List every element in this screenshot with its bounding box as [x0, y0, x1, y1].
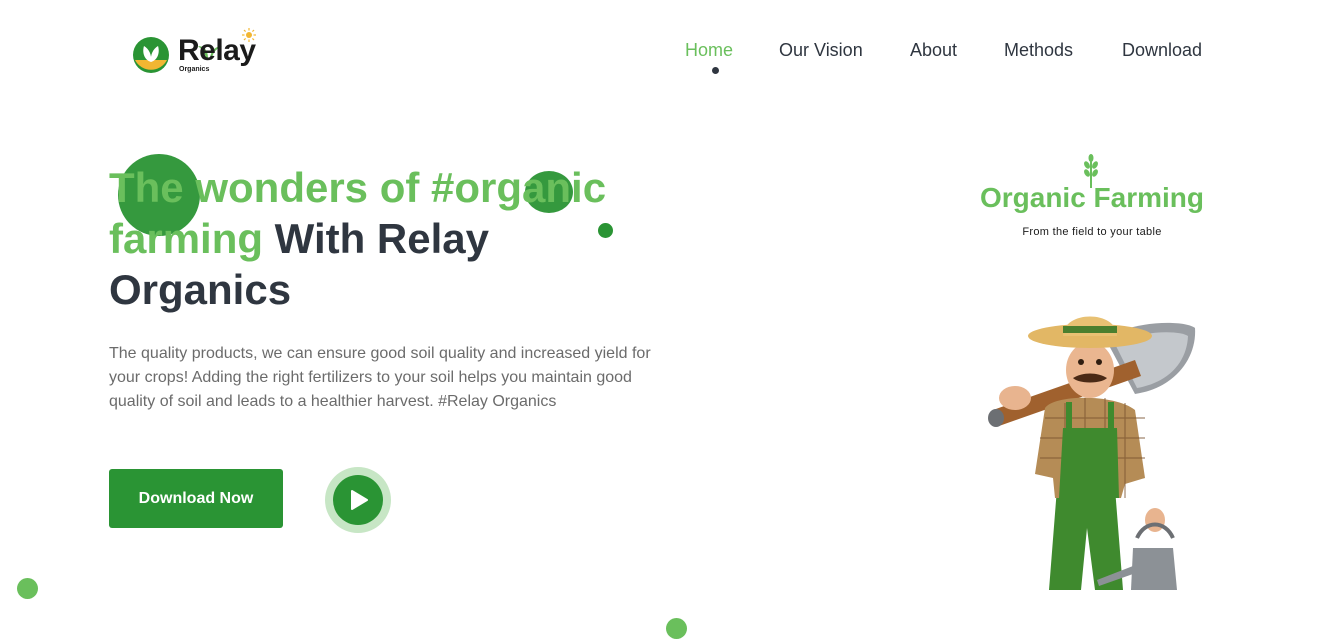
- hero-title-highlight: farming: [109, 215, 264, 262]
- download-now-button[interactable]: Download Now: [109, 469, 283, 528]
- hero-title-text: Organics: [109, 266, 292, 313]
- decorative-dot: [666, 618, 687, 639]
- hero-description: The quality products, we can ensure good…: [109, 345, 651, 410]
- play-video-button[interactable]: [325, 467, 391, 533]
- brand-title: Organic Farming: [979, 182, 1205, 213]
- nav-download[interactable]: Download: [1122, 40, 1202, 61]
- active-nav-indicator: [712, 67, 719, 74]
- decorative-dot: [17, 578, 38, 599]
- main-nav: Home Our Vision About Methods Download: [0, 40, 1333, 80]
- hero-title-text: With Relay: [263, 215, 490, 262]
- nav-home[interactable]: Home: [685, 40, 733, 61]
- play-button-circle: [333, 475, 383, 525]
- nav-our-vision[interactable]: Our Vision: [779, 40, 863, 61]
- play-icon: [351, 490, 368, 510]
- hero-title-highlight: The wonders of #organic: [109, 164, 607, 211]
- nav-about[interactable]: About: [910, 40, 957, 61]
- nav-methods[interactable]: Methods: [1004, 40, 1073, 61]
- organic-farming-brand: Organic Farming From the field to your t…: [960, 150, 1224, 250]
- farmer-illustration: [988, 316, 1196, 590]
- hero-title: The wonders of #organic farming With Rel…: [109, 162, 689, 315]
- brand-subtitle: From the field to your table: [1022, 226, 1162, 238]
